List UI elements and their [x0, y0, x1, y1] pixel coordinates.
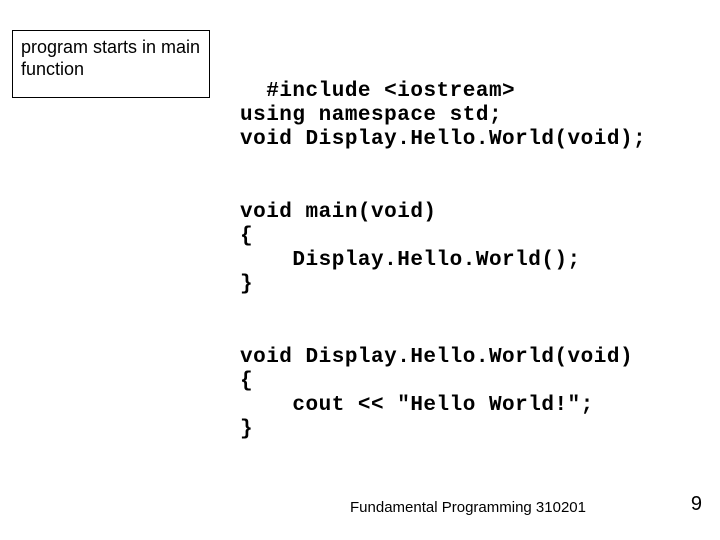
code-content: #include <iostream> using namespace std;…: [240, 80, 646, 441]
footer-text: Fundamental Programming 310201: [350, 499, 586, 516]
code-block: #include <iostream> using namespace std;…: [240, 56, 646, 442]
page-number: 9: [691, 493, 702, 516]
page-number-value: 9: [691, 493, 702, 515]
footer-label: Fundamental Programming 310201: [350, 499, 586, 516]
annotation-text: program starts in main function: [21, 37, 200, 79]
annotation-box: program starts in main function: [12, 30, 210, 98]
